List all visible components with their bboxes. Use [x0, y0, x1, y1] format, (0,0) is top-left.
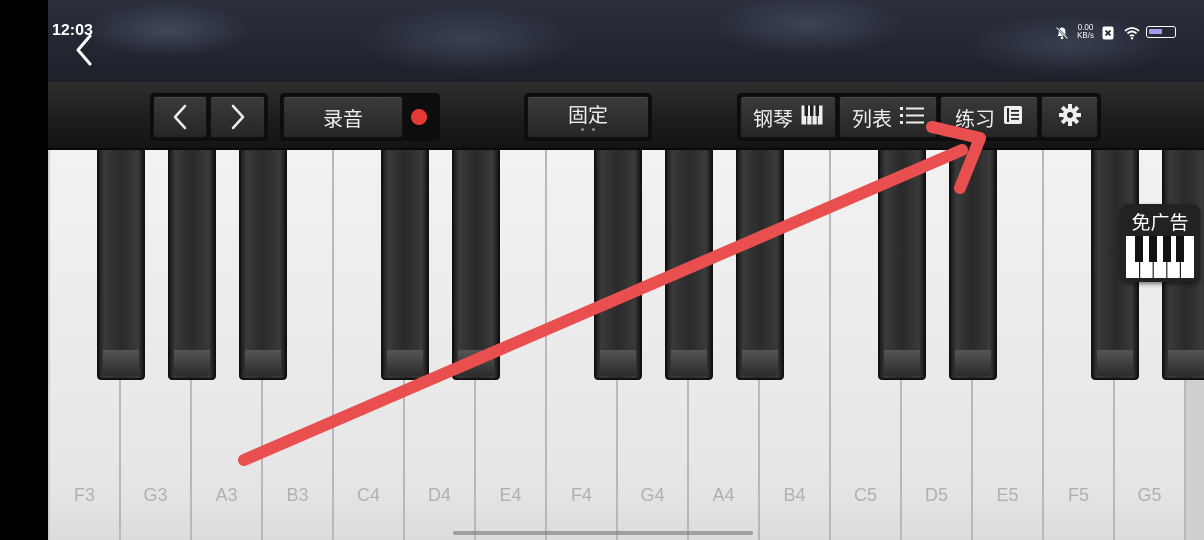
chevron-left-icon [173, 104, 187, 130]
key-label: C4 [356, 485, 380, 505]
piano-keys-icon [1126, 236, 1194, 278]
network-speed-unit: KB/s [1077, 31, 1094, 40]
practice-button[interactable]: 练习 [940, 96, 1038, 138]
list-label: 列表 [852, 106, 892, 131]
key-label: E4 [499, 485, 522, 505]
piano-app-screen: 12:03 0.00 KB/s 录音 固定 钢琴 列表 练习 F3 G3 A3 … [48, 0, 1204, 540]
key-label: A4 [712, 485, 735, 505]
black-key-tip [174, 350, 210, 376]
piano-mode-button[interactable]: 钢琴 [740, 96, 836, 138]
black-key-tip [671, 350, 707, 376]
octave-next-button[interactable] [210, 96, 265, 138]
practice-label: 练习 [955, 106, 995, 131]
record-dot-icon[interactable] [411, 109, 427, 125]
black-key-fsharp3[interactable] [97, 150, 145, 380]
black-key-tip [955, 350, 991, 376]
black-key-fsharp4[interactable] [594, 150, 642, 380]
key-label: B4 [783, 485, 806, 505]
record-group: 录音 [280, 93, 440, 141]
black-key-tip [884, 350, 920, 376]
black-key-gsharp4[interactable] [665, 150, 713, 380]
octave-prev-button[interactable] [153, 96, 207, 138]
network-speed: 0.00 KB/s [1077, 24, 1094, 40]
key-label: B3 [286, 485, 309, 505]
fixed-button[interactable]: 固定 [527, 96, 649, 138]
black-key-tip [600, 350, 636, 376]
back-button[interactable] [70, 32, 100, 68]
black-key-tip [103, 350, 139, 376]
chevron-left-icon [76, 34, 92, 66]
key-label: C5 [853, 485, 877, 505]
black-key-gsharp3[interactable] [168, 150, 216, 380]
octave-shift-group [150, 93, 268, 141]
black-key-dsharp4[interactable] [452, 150, 500, 380]
book-icon [1003, 105, 1023, 129]
black-key-dsharp5[interactable] [949, 150, 997, 380]
settings-button[interactable] [1041, 96, 1098, 138]
key-label: G5 [1137, 485, 1162, 505]
mute-bell-icon [1055, 25, 1069, 40]
black-key-tip [458, 350, 494, 376]
remove-ads-label: 免广告 [1131, 212, 1189, 234]
fixed-group: 固定 [524, 93, 652, 141]
piano-keyboard: F3 G3 A3 B3 C4 D4 E4 F4 G4 A4 B4 C5 D5 E5 F5 G5 [48, 150, 1204, 540]
black-key-csharp5[interactable] [878, 150, 926, 380]
fixed-label: 固定 [568, 102, 608, 127]
black-key-tip [742, 350, 778, 376]
chevron-right-icon [231, 104, 244, 130]
sim-x-icon [1102, 25, 1116, 40]
battery-fill [1149, 29, 1162, 34]
black-key-tip [1168, 350, 1204, 376]
wifi-icon [1124, 25, 1140, 40]
black-key-tip [387, 350, 423, 376]
left-black-bar [0, 0, 48, 540]
record-label: 录音 [323, 106, 363, 131]
record-button[interactable]: 录音 [283, 96, 403, 138]
gear-icon [1058, 103, 1082, 131]
key-label: D4 [427, 485, 451, 505]
remove-ads-badge[interactable]: 免广告 [1120, 204, 1200, 282]
status-bar: 12:03 0.00 KB/s [48, 0, 1204, 40]
black-key-csharp4[interactable] [381, 150, 429, 380]
key-label: A3 [215, 485, 238, 505]
battery-icon [1146, 26, 1176, 38]
key-label: F4 [570, 485, 592, 505]
toolbar: 录音 固定 钢琴 列表 练习 [48, 82, 1204, 150]
key-label: G3 [143, 485, 168, 505]
mode-group: 钢琴 列表 练习 [737, 93, 1101, 141]
list-icon [900, 105, 924, 129]
black-key-tip [245, 350, 281, 376]
key-label: E5 [996, 485, 1019, 505]
black-key-asharp3[interactable] [239, 150, 287, 380]
key-label: D5 [924, 485, 948, 505]
key-label: F5 [1067, 485, 1089, 505]
piano-keys-icon [801, 105, 823, 129]
key-label: G4 [640, 485, 665, 505]
page-dots [581, 128, 595, 131]
status-icons: 0.00 KB/s [1055, 22, 1176, 42]
black-key-asharp4[interactable] [736, 150, 784, 380]
black-key-tip [1097, 350, 1133, 376]
key-label: F3 [73, 485, 95, 505]
home-indicator [453, 531, 753, 535]
piano-label: 钢琴 [753, 106, 793, 131]
list-button[interactable]: 列表 [839, 96, 937, 138]
